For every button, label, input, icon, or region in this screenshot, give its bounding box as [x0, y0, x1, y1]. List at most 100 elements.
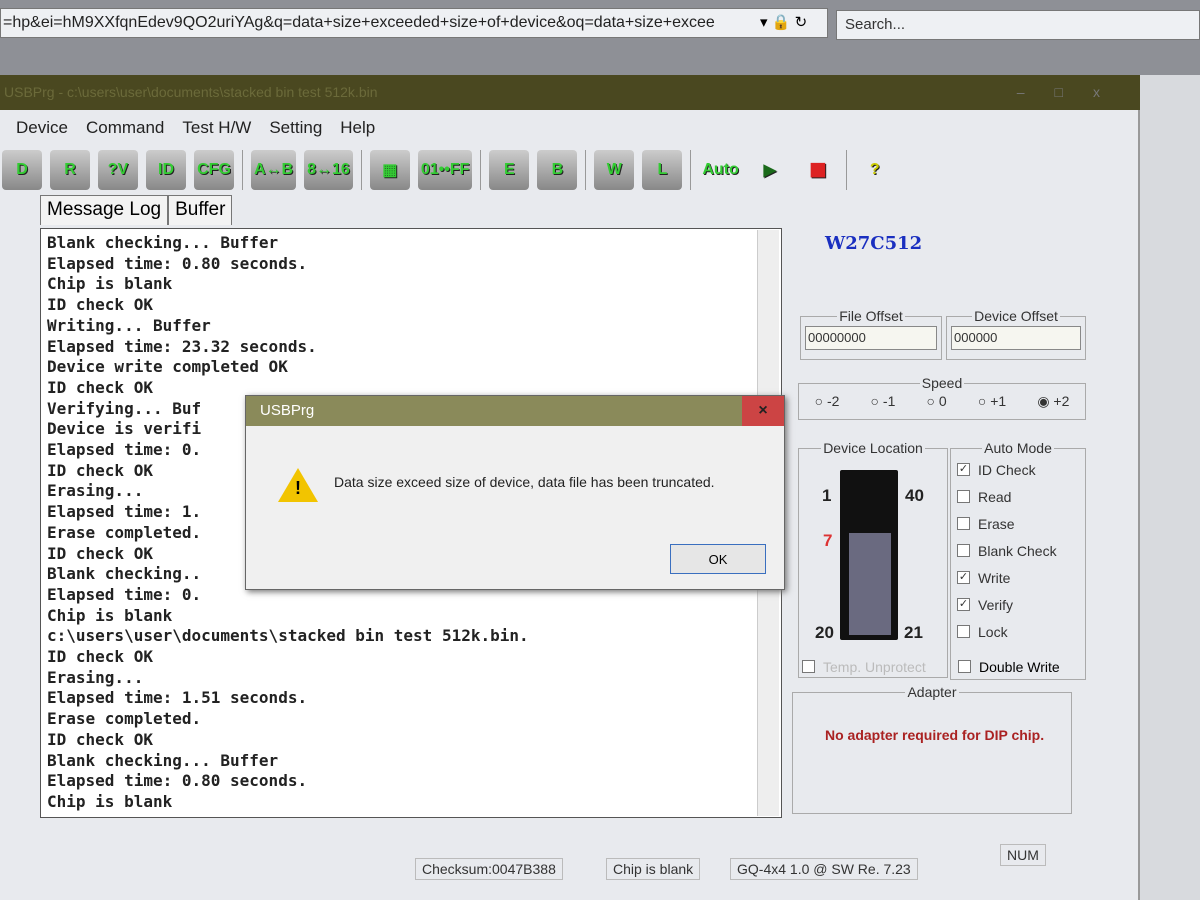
speed-radio-+2[interactable]: ◉ +2: [1037, 393, 1069, 410]
checkbox-icon: ✓: [957, 571, 970, 584]
toolbar-button-13[interactable]: Auto: [699, 150, 741, 190]
checkbox-icon: ✓: [957, 598, 970, 611]
speed-group: Speed ○ -2 ○ -1 ○ 0 ○ +1 ◉ +2: [798, 375, 1086, 420]
log-line: Blank checking... Buffer: [47, 750, 279, 770]
version: GQ-4x4 1.0 @ SW Re. 7.23: [730, 858, 918, 880]
pin-label: 20: [815, 623, 834, 642]
reload-icon[interactable]: ↻: [795, 14, 808, 31]
checkbox-icon: [957, 517, 970, 530]
adapter-message: No adapter required for DIP chip.: [825, 727, 1045, 743]
tab-buffer[interactable]: Buffer: [168, 195, 233, 225]
auto-mode-read-checkbox[interactable]: Read: [957, 483, 1085, 510]
toolbar-separator: [242, 150, 243, 190]
minimize-button[interactable]: –: [1017, 84, 1055, 100]
speed-radio--1[interactable]: ○ -1: [871, 393, 896, 410]
checkbox-icon: ✓: [957, 463, 970, 476]
menu-setting[interactable]: Setting: [269, 110, 322, 145]
toolbar-button-9[interactable]: E: [489, 150, 530, 190]
close-button[interactable]: x: [1093, 84, 1130, 100]
toolbar-button-11[interactable]: W: [594, 150, 635, 190]
log-line: Chip is blank: [47, 274, 173, 294]
auto-mode-id-check-checkbox[interactable]: ✓ ID Check: [957, 456, 1085, 483]
toolbar-button-14[interactable]: ▶: [750, 150, 790, 190]
toolbar-button-4[interactable]: CFG: [194, 150, 234, 190]
menu-test-h-w[interactable]: Test H/W: [182, 110, 251, 145]
auto-mode-group: Auto Mode ✓ ID Check Read Erase Blank Check ✓ W…: [950, 440, 1086, 680]
auto-mode-erase-checkbox[interactable]: Erase: [957, 510, 1085, 537]
speed-radio-0[interactable]: ○ 0: [927, 393, 947, 410]
pin-label: 1: [822, 486, 832, 505]
toolbar-separator: [585, 150, 587, 190]
log-line: Erase completed.: [47, 709, 202, 729]
maximize-button[interactable]: □: [1055, 84, 1093, 100]
radio-icon: ◉: [1037, 393, 1050, 409]
temp-unprotect-checkbox[interactable]: Temp. Unprotect: [802, 653, 926, 680]
log-line: Chip is blank: [47, 791, 173, 811]
device-offset-input[interactable]: 000000: [951, 326, 1081, 350]
file-offset-input[interactable]: 00000000: [805, 326, 937, 350]
log-line: Chip is blank: [47, 605, 173, 625]
toolbar-button-16[interactable]: ?: [855, 150, 895, 190]
toolbar-button-3[interactable]: ID: [146, 150, 186, 190]
checksum: Checksum:0047B388: [415, 858, 563, 880]
radio-icon: ○: [926, 393, 935, 409]
auto-mode-verify-checkbox[interactable]: ✓ Verify: [957, 591, 1085, 618]
status-bar: Checksum:0047B388 Chip is blank GQ-4x4 1…: [0, 844, 1120, 890]
ok-button[interactable]: OK: [670, 544, 766, 574]
toolbar-button-5[interactable]: A↔B: [251, 150, 297, 190]
log-line: ID check OK: [47, 295, 153, 315]
toolbar-button-10[interactable]: B: [537, 150, 578, 190]
toolbar-button-2[interactable]: ?V: [98, 150, 138, 190]
dialog-close-button[interactable]: ×: [742, 396, 784, 426]
toolbar-separator: [480, 150, 482, 190]
log-line: Erasing...: [47, 667, 144, 687]
radio-icon: ○: [977, 393, 987, 409]
search-input[interactable]: Search...: [836, 10, 1200, 40]
auto-mode-blank-check-checkbox[interactable]: Blank Check: [957, 537, 1085, 564]
log-line: ID check OK: [47, 729, 153, 749]
checkbox-icon: [957, 625, 970, 638]
log-line: Writing... Buffer: [47, 315, 211, 335]
device-offset-group: Device Offset 000000: [946, 308, 1086, 360]
log-line: Blank checking... Buffer: [47, 233, 279, 252]
menu-command[interactable]: Command: [86, 110, 164, 145]
menu-help[interactable]: Help: [340, 110, 375, 145]
log-line: Elapsed time: 0.80 seconds.: [47, 253, 308, 273]
toolbar-separator: [360, 150, 362, 190]
adapter-group: Adapter: [792, 684, 1072, 814]
toolbar-button-7[interactable]: ▦: [369, 150, 410, 190]
pin-label: 40: [905, 486, 924, 505]
menu-bar: Device Command Test H/W Setting Help: [0, 110, 375, 145]
speed-radio--2[interactable]: ○ -2: [815, 393, 840, 410]
toolbar-button-8[interactable]: 01••FF: [417, 150, 473, 190]
speed-radio-+1[interactable]: ○ +1: [978, 393, 1006, 410]
num-lock-indicator: NUM: [1000, 844, 1046, 866]
checkbox-icon: [957, 490, 970, 503]
chip-status: Chip is blank: [606, 858, 701, 880]
double-write-checkbox[interactable]: Double Write: [958, 653, 1060, 680]
log-line: Device write completed OK: [47, 357, 288, 377]
toolbar-button-15[interactable]: ■: [798, 150, 838, 190]
tab-bar: Message Log Buffer: [40, 195, 233, 225]
toolbar-button-0[interactable]: D: [2, 150, 42, 190]
address-bar[interactable]: =hp&ei=hM9XXfqnEdev9QO2uriYAg&q=data+siz…: [0, 8, 828, 38]
radio-icon: ○: [814, 393, 824, 409]
radio-icon: ○: [870, 393, 880, 409]
toolbar-button-6[interactable]: 8↔16: [304, 150, 353, 190]
log-line: Elapsed time: 1.51 seconds.: [47, 688, 308, 708]
toolbar-button-12[interactable]: L: [642, 150, 683, 190]
dropdown-icon[interactable]: ▾: [760, 14, 768, 31]
toolbar: D R ?V ID CFG A↔B 8↔16 ▦ 01••FF E B W L Auto ▶ ■?: [0, 145, 895, 195]
warning-dialog: USBPrg × ! Data size exceed size of devi…: [245, 395, 785, 590]
tab-message-log[interactable]: Message Log: [40, 195, 169, 225]
chip-placement: [849, 533, 891, 635]
auto-mode-lock-checkbox[interactable]: Lock: [957, 618, 1085, 645]
auto-mode-write-checkbox[interactable]: ✓ Write: [957, 564, 1085, 591]
dialog-title: USBPrg: [246, 396, 784, 426]
file-offset-group: File Offset 00000000: [800, 308, 942, 360]
menu-device[interactable]: Device: [16, 110, 68, 145]
pin-label: 21: [904, 623, 923, 642]
checkbox-icon: [957, 544, 970, 557]
toolbar-button-1[interactable]: R: [50, 150, 90, 190]
log-line: Elapsed time: 23.32 seconds.: [47, 336, 317, 356]
